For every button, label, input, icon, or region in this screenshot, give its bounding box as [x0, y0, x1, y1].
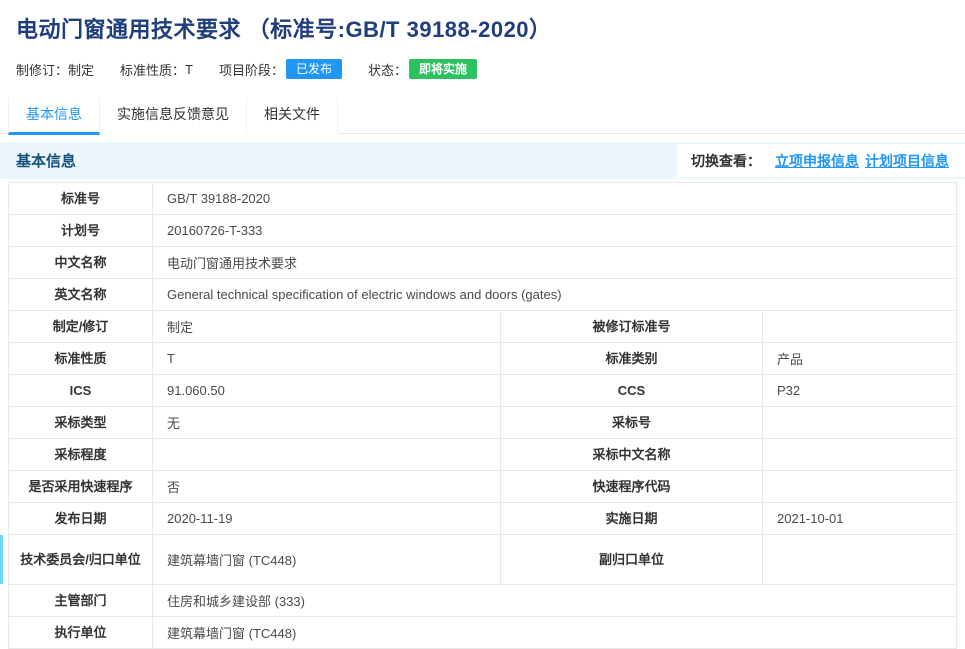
section-header-bar: 基本信息 切换查看： 立项申报信息 计划项目信息: [0, 142, 965, 179]
stage-badge: 已发布: [286, 59, 342, 79]
row-highlight-marker: [0, 535, 3, 584]
field-value: 制定: [153, 311, 501, 342]
field-label: 英文名称: [9, 279, 153, 310]
field-value: 建筑幕墙门窗 (TC448): [153, 535, 501, 584]
field-value: 否: [153, 471, 501, 502]
table-row-executing-unit: 执行单位 建筑幕墙门窗 (TC448): [9, 617, 956, 649]
section-title: 基本信息: [0, 150, 76, 171]
field-label: 是否采用快速程序: [9, 471, 153, 502]
table-row-adoption-type: 采标类型 无 采标号: [9, 407, 956, 439]
field-label: 标准号: [9, 183, 153, 214]
field-label: 采标号: [501, 407, 763, 438]
table-row-ics-ccs: ICS 91.060.50 CCS P32: [9, 375, 956, 407]
meta-status-label: 状态：: [368, 60, 407, 79]
meta-revision-value: 制定: [68, 60, 94, 79]
field-value: T: [153, 343, 501, 374]
meta-nature-label: 标准性质：: [120, 60, 185, 79]
link-plan-project-info[interactable]: 计划项目信息: [865, 151, 949, 171]
link-project-application-info[interactable]: 立项申报信息: [775, 151, 859, 171]
field-value: 产品: [763, 343, 956, 374]
field-label: 技术委员会/归口单位: [9, 535, 153, 584]
field-label: 执行单位: [9, 617, 153, 648]
status-badge: 即将实施: [409, 59, 477, 79]
field-value: [153, 439, 501, 470]
field-label: 采标中文名称: [501, 439, 763, 470]
field-value: 电动门窗通用技术要求: [153, 247, 956, 278]
switch-view-label: 切换查看：: [691, 151, 761, 171]
table-row-technical-committee: 技术委员会/归口单位 建筑幕墙门窗 (TC448) 副归口单位: [9, 535, 956, 585]
table-row-dates: 发布日期 2020-11-19 实施日期 2021-10-01: [9, 503, 956, 535]
table-row-standard-number: 标准号 GB/T 39188-2020: [9, 183, 956, 215]
tab-related-files[interactable]: 相关文件: [247, 97, 338, 135]
table-row-plan-number: 计划号 20160726-T-333: [9, 215, 956, 247]
field-value: [763, 311, 956, 342]
field-label: 中文名称: [9, 247, 153, 278]
table-row-adoption-degree: 采标程度 采标中文名称: [9, 439, 956, 471]
table-row-revision-type: 制定/修订 制定 被修订标准号: [9, 311, 956, 343]
field-label: 标准性质: [9, 343, 153, 374]
field-label: 被修订标准号: [501, 311, 763, 342]
table-row-competent-department: 主管部门 住房和城乡建设部 (333): [9, 585, 956, 617]
field-value: P32: [763, 375, 956, 406]
field-label: 计划号: [9, 215, 153, 246]
field-label: ICS: [9, 375, 153, 406]
page-title: 电动门窗通用技术要求 （标准号:GB/T 39188-2020）: [16, 12, 949, 44]
switch-view-links: 立项申报信息 计划项目信息: [775, 151, 949, 171]
switch-view-box: 切换查看： 立项申报信息 计划项目信息: [677, 144, 965, 177]
field-label: 制定/修订: [9, 311, 153, 342]
table-row-english-name: 英文名称 General technical specification of …: [9, 279, 956, 311]
meta-revision-label: 制修订：: [16, 60, 68, 79]
field-label: 快速程序代码: [501, 471, 763, 502]
field-value: 2021-10-01: [763, 503, 956, 534]
field-label: 标准类别: [501, 343, 763, 374]
tab-basic-info[interactable]: 基本信息: [8, 97, 100, 135]
field-value: 2020-11-19: [153, 503, 501, 534]
field-label: 采标程度: [9, 439, 153, 470]
tab-implementation-feedback[interactable]: 实施信息反馈意见: [100, 97, 247, 135]
meta-stage: 项目阶段： 已发布: [219, 59, 342, 79]
meta-stage-label: 项目阶段：: [219, 60, 284, 79]
meta-nature-value: T: [185, 62, 193, 77]
field-value: 无: [153, 407, 501, 438]
field-value: 建筑幕墙门窗 (TC448): [153, 617, 956, 648]
field-value: [763, 439, 956, 470]
field-value: [763, 407, 956, 438]
field-value: [763, 535, 956, 584]
table-row-standard-nature: 标准性质 T 标准类别 产品: [9, 343, 956, 375]
tab-bar: 基本信息 实施信息反馈意见 相关文件: [0, 95, 965, 134]
field-label: 发布日期: [9, 503, 153, 534]
table-row-chinese-name: 中文名称 电动门窗通用技术要求: [9, 247, 956, 279]
field-value: 住房和城乡建设部 (333): [153, 585, 956, 616]
field-label: 实施日期: [501, 503, 763, 534]
standard-detail-page: 电动门窗通用技术要求 （标准号:GB/T 39188-2020） 制修订： 制定…: [0, 0, 965, 649]
meta-nature: 标准性质： T: [120, 60, 193, 79]
field-value: GB/T 39188-2020: [153, 183, 956, 214]
detail-table: 标准号 GB/T 39188-2020 计划号 20160726-T-333 中…: [8, 182, 957, 649]
field-label: 副归口单位: [501, 535, 763, 584]
meta-status: 状态： 即将实施: [368, 59, 477, 79]
meta-revision: 制修订： 制定: [16, 60, 94, 79]
field-value: [763, 471, 956, 502]
page-header: 电动门窗通用技术要求 （标准号:GB/T 39188-2020） 制修订： 制定…: [0, 0, 965, 79]
field-label: 主管部门: [9, 585, 153, 616]
table-row-fast-track: 是否采用快速程序 否 快速程序代码: [9, 471, 956, 503]
field-label: CCS: [501, 375, 763, 406]
field-value: General technical specification of elect…: [153, 279, 956, 310]
field-label: 采标类型: [9, 407, 153, 438]
field-value: 91.060.50: [153, 375, 501, 406]
meta-bar: 制修订： 制定 标准性质： T 项目阶段： 已发布 状态： 即将实施: [16, 59, 949, 79]
field-value: 20160726-T-333: [153, 215, 956, 246]
